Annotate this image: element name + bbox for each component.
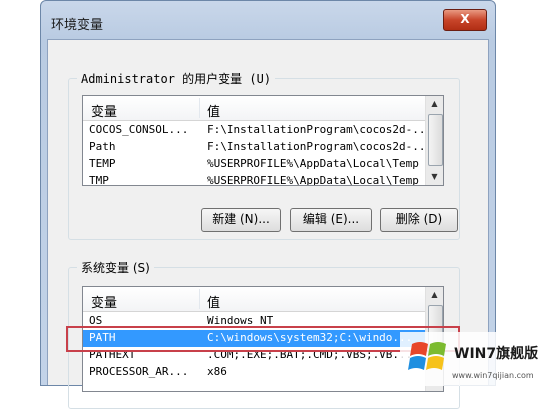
table-row[interactable]: PROCESSOR_AR... x86 <box>83 364 425 381</box>
variable-value: F:\InstallationProgram\cocos2d-... <box>207 140 425 153</box>
table-row[interactable]: TMP %USERPROFILE%\AppData\Local\Temp <box>83 173 425 186</box>
table-row[interactable]: Path F:\InstallationProgram\cocos2d-... <box>83 139 425 156</box>
list-header: 变量 值 <box>83 287 425 312</box>
variable-name: TMP <box>89 174 109 186</box>
column-divider[interactable] <box>199 98 200 118</box>
title-bar[interactable]: 环境变量 X <box>41 1 495 39</box>
column-header-value[interactable]: 值 <box>207 292 220 311</box>
watermark: WIN7旗舰版 www.win7qijian.com <box>400 330 546 386</box>
watermark-url: www.win7qijian.com <box>452 371 534 380</box>
environment-variables-window: 环境变量 X Administrator 的用户变量 (U) 变量 值 COCO… <box>40 0 496 409</box>
system-variables-label: 系统变量 (S) <box>77 259 154 276</box>
column-divider[interactable] <box>199 289 200 309</box>
variable-value: %USERPROFILE%\AppData\Local\Temp <box>207 174 419 186</box>
variable-name: Path <box>89 140 116 153</box>
column-header-variable[interactable]: 变量 <box>91 101 117 120</box>
variable-name: PROCESSOR_AR... <box>89 365 189 378</box>
variable-name: COCOS_CONSOL... <box>89 123 189 136</box>
variable-value: %USERPROFILE%\AppData\Local\Temp <box>207 157 419 170</box>
window-title: 环境变量 <box>51 18 104 33</box>
table-row[interactable]: COCOS_CONSOL... F:\InstallationProgram\c… <box>83 122 425 139</box>
watermark-graphic: WIN7旗舰版 www.win7qijian.com <box>400 332 546 386</box>
scrollbar-thumb[interactable] <box>428 114 443 166</box>
table-row[interactable]: TEMP %USERPROFILE%\AppData\Local\Temp <box>83 156 425 173</box>
user-variables-list[interactable]: 变量 值 COCOS_CONSOL... F:\InstallationProg… <box>82 95 444 186</box>
variable-value: x86 <box>207 365 227 378</box>
close-button[interactable]: X <box>443 9 487 31</box>
vertical-scrollbar[interactable]: ▲ ▼ <box>425 96 443 185</box>
user-new-button[interactable]: 新建 (N)... <box>201 208 281 232</box>
user-variables-group: Administrator 的用户变量 (U) 变量 值 COCOS_CONSO… <box>68 70 460 240</box>
user-delete-button[interactable]: 删除 (D) <box>380 208 458 232</box>
user-edit-button[interactable]: 编辑 (E)... <box>290 208 372 232</box>
variable-name: TEMP <box>89 157 116 170</box>
list-header: 变量 值 <box>83 96 425 121</box>
scroll-up-icon[interactable]: ▲ <box>427 287 442 303</box>
user-variables-label: Administrator 的用户变量 (U) <box>77 70 276 87</box>
column-header-variable[interactable]: 变量 <box>91 292 117 311</box>
watermark-brand: WIN7旗舰版 <box>454 345 538 362</box>
column-header-value[interactable]: 值 <box>207 101 220 120</box>
scroll-down-icon[interactable]: ▼ <box>427 169 442 185</box>
variable-value: F:\InstallationProgram\cocos2d-... <box>207 123 425 136</box>
scroll-up-icon[interactable]: ▲ <box>427 96 442 112</box>
close-icon: X <box>460 12 470 26</box>
